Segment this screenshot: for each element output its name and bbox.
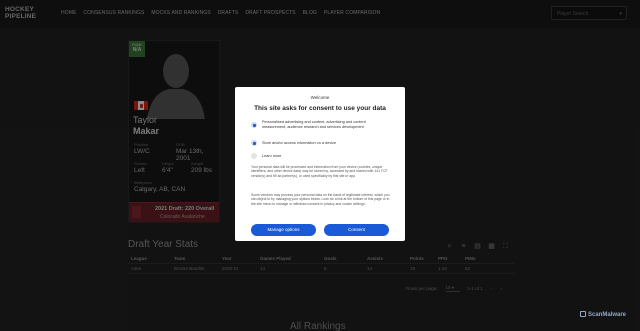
consent-paragraph-2: Some vendors may process your personal d… xyxy=(251,193,390,206)
chevron-down-icon[interactable] xyxy=(251,153,257,159)
device-storage-icon xyxy=(251,140,257,146)
purpose-device-storage: Store and/or access information on a dev… xyxy=(262,141,337,145)
shield-icon xyxy=(580,311,586,317)
consent-dialog: Welcome This site asks for consent to us… xyxy=(235,87,405,241)
consent-welcome: Welcome xyxy=(310,95,330,100)
learn-more-link[interactable]: Learn more xyxy=(262,154,281,159)
consent-paragraph-1: Your personal data will be processed and… xyxy=(251,165,388,178)
consent-title: This site asks for consent to use your d… xyxy=(254,105,386,112)
watermark: ScanMalware xyxy=(580,311,626,318)
consent-button[interactable]: Consent xyxy=(324,224,389,236)
purpose-personalised-ads: Personalised advertising and content, ad… xyxy=(262,120,366,129)
personalised-ads-icon xyxy=(251,122,257,128)
page: HOCKEY PIPELINE HOME CONSENSUS RANKINGS … xyxy=(0,0,640,331)
watermark-text: ScanMalware xyxy=(588,312,627,318)
manage-options-button[interactable]: Manage options xyxy=(251,224,316,236)
